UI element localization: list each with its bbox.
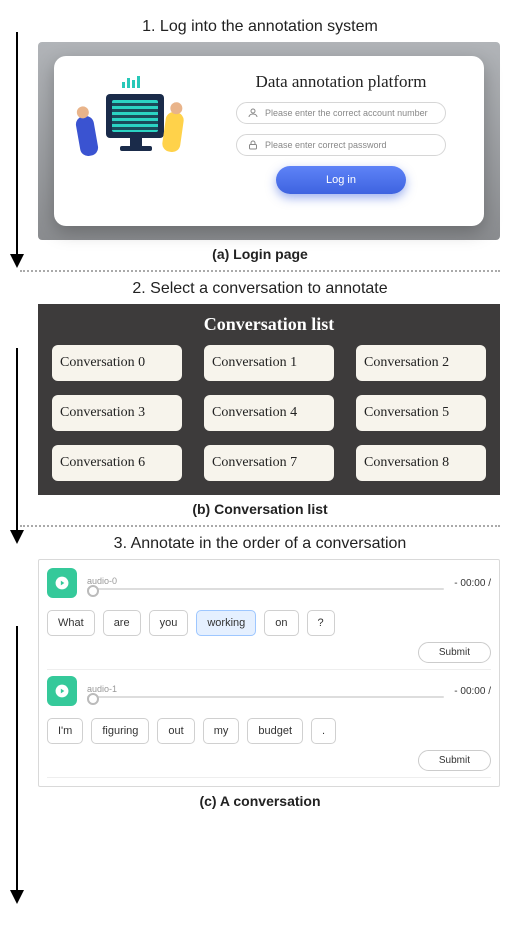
word-token[interactable]: budget xyxy=(247,718,303,744)
word-token[interactable]: I'm xyxy=(47,718,83,744)
flow-arrow xyxy=(10,348,24,544)
password-placeholder: Please enter correct password xyxy=(265,140,387,150)
word-token[interactable]: . xyxy=(311,718,336,744)
submit-row: Submit xyxy=(47,642,491,670)
login-title: Data annotation platform xyxy=(256,72,427,92)
word-token[interactable]: on xyxy=(264,610,298,636)
word-token[interactable]: working xyxy=(196,610,256,636)
conversation-item[interactable]: Conversation 6 xyxy=(52,445,182,481)
section-divider xyxy=(20,270,500,272)
conversation-list-title: Conversation list xyxy=(52,314,486,335)
conversation-item[interactable]: Conversation 1 xyxy=(204,345,334,381)
audio-track[interactable]: audio-0 xyxy=(87,576,444,590)
caption-a: (a) Login page xyxy=(20,246,500,262)
step-title-2: 2. Select a conversation to annotate xyxy=(20,280,500,298)
conversation-item[interactable]: Conversation 8 xyxy=(356,445,486,481)
login-illustration xyxy=(74,72,204,192)
audio-time: - 00:00 / xyxy=(454,686,491,697)
conversation-item[interactable]: Conversation 5 xyxy=(356,395,486,431)
token-row: I'm figuring outmy budget. xyxy=(47,718,491,744)
conversation-list-section: Conversation list Conversation 0 Conversa… xyxy=(38,304,500,495)
audio-row: audio-0 - 00:00 / xyxy=(47,568,491,598)
audio-row: audio-1 - 00:00 / xyxy=(47,676,491,706)
login-button[interactable]: Log in xyxy=(276,166,406,194)
play-button[interactable] xyxy=(47,568,77,598)
word-token[interactable]: ? xyxy=(307,610,335,636)
conversation-item[interactable]: Conversation 4 xyxy=(204,395,334,431)
audio-label: audio-0 xyxy=(87,576,444,586)
play-button[interactable] xyxy=(47,676,77,706)
audio-progress[interactable] xyxy=(87,588,444,590)
word-token[interactable]: What xyxy=(47,610,95,636)
audio-progress[interactable] xyxy=(87,696,444,698)
section-divider xyxy=(20,525,500,527)
step-title-3: 3. Annotate in the order of a conversati… xyxy=(20,535,500,553)
step-title-1: 1. Log into the annotation system xyxy=(20,18,500,36)
play-icon xyxy=(55,576,69,590)
user-icon xyxy=(247,107,259,119)
play-icon xyxy=(55,684,69,698)
login-section: Data annotation platform Please enter th… xyxy=(38,42,500,240)
audio-time: - 00:00 / xyxy=(454,578,491,589)
flow-arrow xyxy=(10,32,24,268)
token-row: Whatareyou working on? xyxy=(47,610,491,636)
lock-icon xyxy=(247,139,259,151)
submit-row: Submit xyxy=(47,750,491,778)
word-token[interactable]: figuring xyxy=(91,718,149,744)
account-field[interactable]: Please enter the correct account number xyxy=(236,102,446,124)
conversation-item[interactable]: Conversation 3 xyxy=(52,395,182,431)
conversation-item[interactable]: Conversation 0 xyxy=(52,345,182,381)
password-field[interactable]: Please enter correct password xyxy=(236,134,446,156)
word-token[interactable]: are xyxy=(103,610,141,636)
submit-button[interactable]: Submit xyxy=(418,642,491,663)
audio-track[interactable]: audio-1 xyxy=(87,684,444,698)
flow-arrow xyxy=(10,626,24,904)
caption-c: (c) A conversation xyxy=(20,793,500,809)
word-token[interactable]: you xyxy=(149,610,189,636)
annotation-section: audio-0 - 00:00 / Whatareyou working on? Subm… xyxy=(38,559,500,787)
conversation-item[interactable]: Conversation 2 xyxy=(356,345,486,381)
conversation-item[interactable]: Conversation 7 xyxy=(204,445,334,481)
submit-button[interactable]: Submit xyxy=(418,750,491,771)
annotation-segment: audio-1 - 00:00 / I'm figuring outmy budget. S… xyxy=(47,676,491,778)
word-token[interactable]: my xyxy=(203,718,240,744)
audio-label: audio-1 xyxy=(87,684,444,694)
word-token[interactable]: out xyxy=(157,718,194,744)
login-card: Data annotation platform Please enter th… xyxy=(54,56,484,226)
annotation-segment: audio-0 - 00:00 / Whatareyou working on? Subm… xyxy=(47,568,491,670)
caption-b: (b) Conversation list xyxy=(20,501,500,517)
account-placeholder: Please enter the correct account number xyxy=(265,108,428,118)
